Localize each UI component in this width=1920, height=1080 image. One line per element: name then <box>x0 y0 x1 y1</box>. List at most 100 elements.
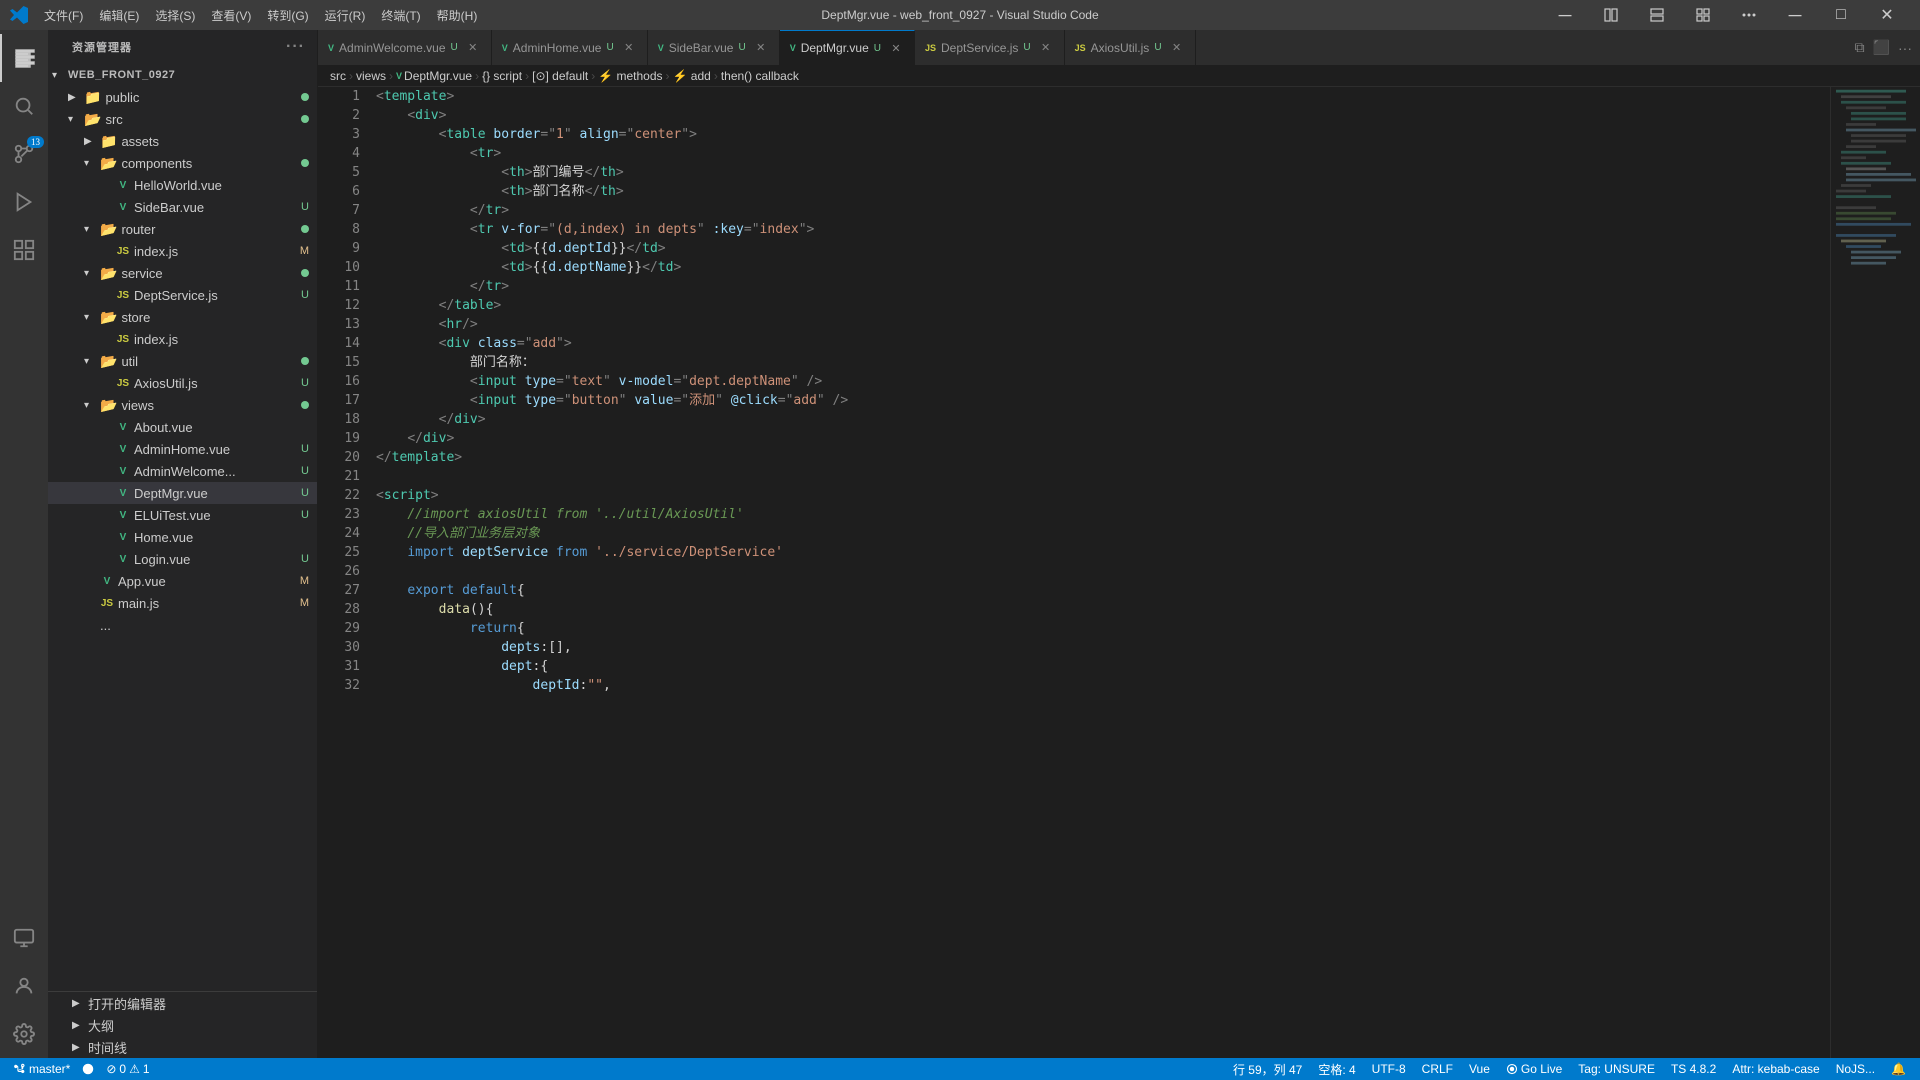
tree-item-src[interactable]: ▾ 📂 src <box>48 108 317 130</box>
tree-item-assets[interactable]: ▶ 📁 assets <box>48 130 317 152</box>
tree-item-views[interactable]: ▾ 📂 views <box>48 394 317 416</box>
layout-button-2[interactable] <box>1634 0 1680 30</box>
tree-item-about[interactable]: V About.vue <box>48 416 317 438</box>
breadcrumb-methods[interactable]: ⚡ methods <box>598 69 662 83</box>
tab-vue-icon: V <box>328 43 334 53</box>
footer-arrow: ▶ <box>72 998 88 1009</box>
tab-close-icon[interactable]: ✕ <box>1038 40 1054 56</box>
status-ts[interactable]: TS 4.8.2 <box>1667 1062 1720 1076</box>
layout-button-3[interactable] <box>1680 0 1726 30</box>
tree-item-store[interactable]: ▾ 📂 store <box>48 306 317 328</box>
vue-icon: V <box>116 180 130 191</box>
status-spaces[interactable]: 空格: 4 <box>1314 1061 1359 1078</box>
tree-item-axiosutil[interactable]: JS AxiosUtil.js U <box>48 372 317 394</box>
status-sync[interactable] <box>78 1063 98 1075</box>
tree-item-app[interactable]: V App.vue M <box>48 570 317 592</box>
tree-item-home[interactable]: V Home.vue <box>48 526 317 548</box>
status-branch[interactable]: master* <box>10 1062 74 1076</box>
tab-close-icon[interactable]: ✕ <box>1169 40 1185 56</box>
tree-item-main[interactable]: JS main.js M <box>48 592 317 614</box>
breadcrumb-src[interactable]: src <box>330 69 346 83</box>
tab-axiosutil[interactable]: JS AxiosUtil.js U ✕ <box>1065 30 1196 65</box>
tree-item-router-index[interactable]: JS index.js M <box>48 240 317 262</box>
minimize-window-button[interactable]: ─ <box>1772 0 1818 30</box>
menu-edit[interactable]: 编辑(E) <box>91 5 147 26</box>
menu-select[interactable]: 选择(S) <box>147 5 203 26</box>
activity-extensions[interactable] <box>0 226 48 274</box>
vue-icon: V <box>116 510 130 521</box>
tab-deptservice[interactable]: JS DeptService.js U ✕ <box>915 30 1065 65</box>
code-content[interactable]: <template> <div> <table border="1" align… <box>368 87 1830 1058</box>
tree-item-eluitest[interactable]: V ELUiTest.vue U <box>48 504 317 526</box>
sidebar-footer-outline[interactable]: ▶ 大纲 <box>48 1014 317 1036</box>
item-label: index.js <box>134 332 178 347</box>
tree-item-login[interactable]: V Login.vue U <box>48 548 317 570</box>
tab-close-icon[interactable]: ✕ <box>753 40 769 56</box>
layout-button-4[interactable] <box>1726 0 1772 30</box>
menu-help[interactable]: 帮助(H) <box>429 5 486 26</box>
tree-item-deptservice[interactable]: JS DeptService.js U <box>48 284 317 306</box>
status-language[interactable]: Vue <box>1465 1062 1494 1076</box>
tree-item-more[interactable]: ... <box>48 614 317 636</box>
tree-item-deptmgr[interactable]: V DeptMgr.vue U <box>48 482 317 504</box>
menu-terminal[interactable]: 终端(T) <box>373 5 428 26</box>
activity-remote[interactable] <box>0 914 48 962</box>
status-attr[interactable]: Attr: kebab-case <box>1728 1062 1823 1076</box>
activity-account[interactable] <box>0 962 48 1010</box>
tab-close-icon[interactable]: ✕ <box>621 40 637 56</box>
activity-settings[interactable] <box>0 1010 48 1058</box>
sidebar-footer-timeline[interactable]: ▶ 时间线 <box>48 1036 317 1058</box>
tab-adminwelcome[interactable]: V AdminWelcome.vue U ✕ <box>318 30 492 65</box>
tree-item-helloworld[interactable]: V HelloWorld.vue <box>48 174 317 196</box>
menu-view[interactable]: 查看(V) <box>203 5 259 26</box>
tab-deptmgr[interactable]: V DeptMgr.vue U ✕ <box>780 30 915 65</box>
sidebar-more[interactable]: ··· <box>286 38 305 56</box>
tree-item-public[interactable]: ▶ 📁 public <box>48 86 317 108</box>
activity-explorer[interactable] <box>0 34 48 82</box>
maximize-button[interactable]: □ <box>1818 0 1864 30</box>
menu-file[interactable]: 文件(F) <box>36 5 91 26</box>
tree-item-store-index[interactable]: JS index.js <box>48 328 317 350</box>
breadcrumb-script[interactable]: {} script <box>482 69 522 83</box>
status-errors[interactable]: ⊘ 0 ⚠ 1 <box>102 1062 153 1076</box>
tab-adminhome[interactable]: V AdminHome.vue U ✕ <box>492 30 648 65</box>
tab-close-icon[interactable]: ✕ <box>465 40 481 56</box>
sidebar-footer-open-editors[interactable]: ▶ 打开的编辑器 <box>48 992 317 1014</box>
status-tag[interactable]: Tag: UNSURE <box>1574 1062 1659 1076</box>
activity-search[interactable] <box>0 82 48 130</box>
breadcrumb-views[interactable]: views <box>356 69 386 83</box>
tree-item-util[interactable]: ▾ 📂 util <box>48 350 317 372</box>
activity-run[interactable] <box>0 178 48 226</box>
status-encoding[interactable]: UTF-8 <box>1368 1062 1410 1076</box>
tree-item-components[interactable]: ▾ 📂 components <box>48 152 317 174</box>
breadcrumb-then[interactable]: then() callback <box>721 69 799 83</box>
tab-sidebar-vue[interactable]: V SideBar.vue U ✕ <box>648 30 780 65</box>
tab-close-icon[interactable]: ✕ <box>888 40 904 56</box>
minimize-button[interactable]: ─ <box>1542 0 1588 30</box>
tree-root[interactable]: ▾ WEB_FRONT_0927 <box>48 64 317 86</box>
status-golive[interactable]: Go Live <box>1502 1062 1566 1076</box>
breadcrumb-default[interactable]: [⊙] default <box>532 69 588 83</box>
close-button[interactable]: ✕ <box>1864 0 1910 30</box>
breadcrumb-deptmgr[interactable]: V DeptMgr.vue <box>396 69 472 83</box>
tree-item-adminwelcome[interactable]: V AdminWelcome... U <box>48 460 317 482</box>
tree-item-service[interactable]: ▾ 📂 service <box>48 262 317 284</box>
dot-green <box>301 357 309 365</box>
split-editor-icon[interactable]: ⧉ <box>1855 39 1865 56</box>
tree-item-sidebar-vue[interactable]: V SideBar.vue U <box>48 196 317 218</box>
more-tabs-icon[interactable]: ··· <box>1898 40 1912 56</box>
status-bell[interactable]: 🔔 <box>1887 1062 1910 1076</box>
tree-item-router[interactable]: ▾ 📂 router <box>48 218 317 240</box>
breadcrumb-add[interactable]: ⚡ add <box>673 69 711 83</box>
status-notif[interactable]: NoJS... <box>1832 1062 1879 1076</box>
layout-button-1[interactable] <box>1588 0 1634 30</box>
status-position[interactable]: 行 59，列 47 <box>1229 1061 1306 1078</box>
status-eol[interactable]: CRLF <box>1418 1062 1457 1076</box>
menu-goto[interactable]: 转到(G) <box>259 5 316 26</box>
vue-icon: V <box>116 466 130 477</box>
tree-item-adminhome[interactable]: V AdminHome.vue U <box>48 438 317 460</box>
activity-bar: 13 <box>0 30 48 1058</box>
toggle-panel-icon[interactable]: ⬛ <box>1873 39 1890 56</box>
menu-run[interactable]: 运行(R) <box>317 5 374 26</box>
activity-source-control[interactable]: 13 <box>0 130 48 178</box>
